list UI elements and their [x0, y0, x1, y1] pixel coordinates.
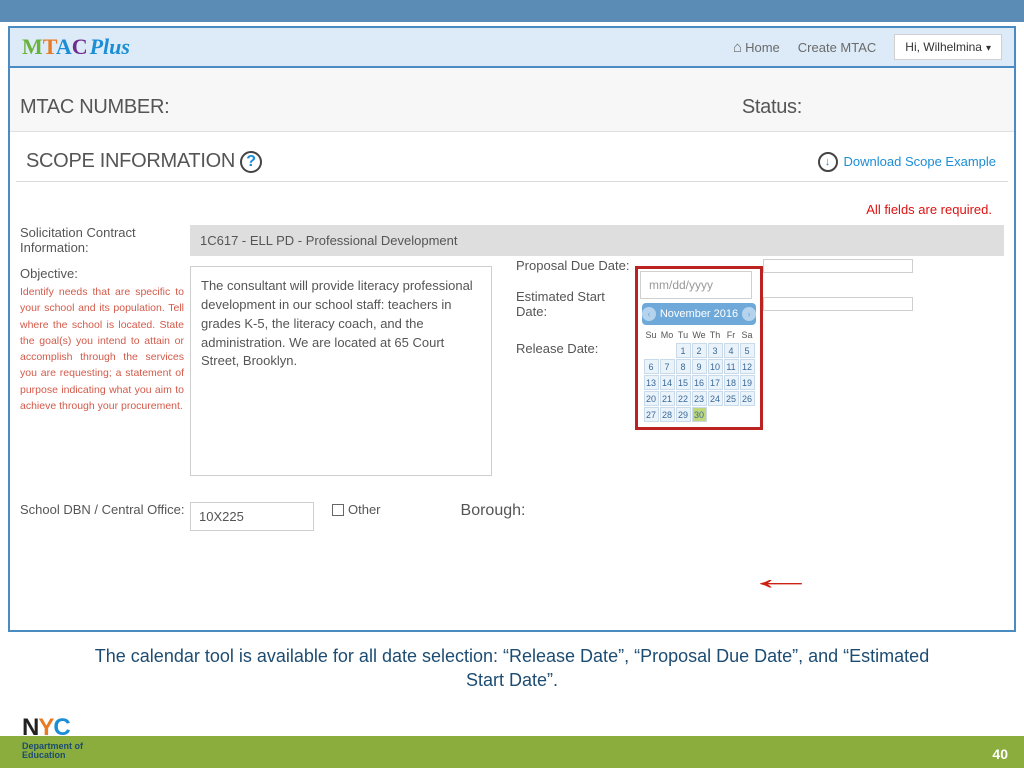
start-date-label: Estimated Start Date: [516, 289, 631, 319]
slide-top-bar [0, 0, 1024, 22]
calendar-next-icon[interactable]: › [742, 307, 756, 321]
calendar-prev-icon[interactable]: ‹ [642, 307, 656, 321]
chevron-down-icon [982, 40, 991, 54]
calendar-day[interactable]: 12 [740, 359, 755, 374]
summary-bar: MTAC NUMBER: Status: [10, 68, 1014, 132]
calendar-day[interactable]: 17 [708, 375, 723, 390]
user-menu[interactable]: Hi, Wilhelmina [894, 34, 1002, 60]
start-date-input[interactable] [763, 297, 913, 311]
calendar-day[interactable]: 23 [692, 391, 707, 406]
calendar-day[interactable]: 6 [644, 359, 659, 374]
calendar-day[interactable]: 27 [644, 407, 659, 422]
calendar-day[interactable]: 21 [660, 391, 675, 406]
slide-footer: NYC Department of Education 40 [0, 702, 1024, 768]
release-date-input[interactable]: mm/dd/yyyy [640, 271, 752, 299]
required-note: All fields are required. [10, 182, 1014, 225]
scope-title: SCOPE INFORMATION [26, 150, 235, 173]
calendar-title: November 2016 [660, 308, 738, 320]
mtac-number-label: MTAC NUMBER: [20, 96, 169, 119]
calendar-day[interactable]: 25 [724, 391, 739, 406]
nav-create-mtac[interactable]: Create MTAC [798, 40, 877, 55]
calendar-day[interactable]: 18 [724, 375, 739, 390]
calendar-day[interactable]: 5 [740, 343, 755, 358]
pointer-arrow-icon: ← [746, 560, 816, 597]
calendar-day[interactable]: 7 [660, 359, 675, 374]
calendar-day[interactable]: 1 [676, 343, 691, 358]
calendar-highlight: mm/dd/yyyy ‹ November 2016 › SuMoTuWeThF… [635, 266, 763, 430]
app-header: MTACPlus Home Create MTAC Hi, Wilhelmina [10, 28, 1014, 68]
borough-label: Borough: [461, 502, 526, 520]
calendar-day[interactable]: 3 [708, 343, 723, 358]
solicitation-label: Solicitation Contract Information: [20, 225, 190, 255]
help-icon[interactable]: ? [240, 151, 262, 173]
calendar-day[interactable]: 13 [644, 375, 659, 390]
home-icon [733, 40, 745, 55]
dbn-input[interactable]: 10X225 [190, 502, 314, 531]
objective-help: Identify needs that are specific to your… [20, 284, 190, 414]
app-frame: MTACPlus Home Create MTAC Hi, Wilhelmina… [8, 26, 1016, 632]
calendar-day[interactable]: 19 [740, 375, 755, 390]
objective-textarea[interactable]: The consultant will provide literacy pro… [190, 266, 492, 476]
logo: MTACPlus [22, 34, 130, 60]
calendar-day[interactable]: 30 [692, 407, 707, 422]
download-icon: ↓ [818, 152, 838, 172]
calendar-day[interactable]: 11 [724, 359, 739, 374]
dates-column: Release Date: mm/dd/yyyy ‹ November 2016… [516, 266, 913, 333]
nav-home[interactable]: Home [733, 39, 780, 56]
proposal-date-label: Proposal Due Date: [516, 258, 631, 273]
nyc-doe-logo: NYC Department of Education [22, 714, 83, 760]
release-date-label: Release Date: [516, 341, 631, 356]
calendar-day[interactable]: 10 [708, 359, 723, 374]
solicitation-value: 1C617 - ELL PD - Professional Developmen… [190, 225, 1004, 256]
calendar-header: ‹ November 2016 › [642, 303, 756, 325]
objective-label: Objective: [20, 266, 190, 281]
calendar-day[interactable]: 29 [676, 407, 691, 422]
scope-form: Solicitation Contract Information: 1C617… [10, 225, 1014, 551]
calendar-day[interactable]: 14 [660, 375, 675, 390]
calendar-day[interactable]: 26 [740, 391, 755, 406]
status-label: Status: [742, 96, 802, 119]
checkbox-icon [332, 504, 344, 516]
calendar-day[interactable]: 8 [676, 359, 691, 374]
calendar-day[interactable]: 9 [692, 359, 707, 374]
top-nav: Home Create MTAC Hi, Wilhelmina [733, 34, 1002, 60]
proposal-date-input[interactable] [763, 259, 913, 273]
calendar-grid[interactable]: SuMoTuWeThFrSa 1234567891011121314151617… [643, 327, 756, 423]
calendar-day[interactable]: 22 [676, 391, 691, 406]
scope-section-header: SCOPE INFORMATION ? ↓ Download Scope Exa… [16, 132, 1008, 182]
slide-caption: The calendar tool is available for all d… [0, 632, 1024, 693]
other-checkbox[interactable]: Other [332, 502, 381, 517]
calendar-day[interactable]: 20 [644, 391, 659, 406]
calendar-day[interactable]: 4 [724, 343, 739, 358]
calendar-day[interactable]: 2 [692, 343, 707, 358]
calendar-day[interactable]: 15 [676, 375, 691, 390]
page-number: 40 [992, 746, 1008, 762]
dbn-label: School DBN / Central Office: [20, 502, 190, 517]
calendar-day[interactable]: 28 [660, 407, 675, 422]
calendar-day[interactable]: 24 [708, 391, 723, 406]
calendar-day[interactable]: 16 [692, 375, 707, 390]
download-scope-link[interactable]: ↓ Download Scope Example [818, 152, 996, 172]
